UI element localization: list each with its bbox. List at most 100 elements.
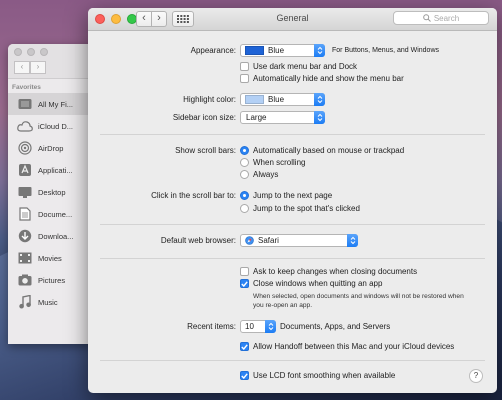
- highlight-color-label: Highlight color:: [183, 94, 236, 104]
- appearance-popup[interactable]: Blue: [240, 43, 325, 57]
- applications-icon: [17, 162, 33, 178]
- scroll-bars-option-label: When scrolling: [253, 158, 306, 167]
- lcd-smoothing-label: Use LCD font smoothing when available: [253, 371, 396, 380]
- sidebar-item-downloads[interactable]: Downloa...: [8, 225, 94, 247]
- sidebar-item-movies[interactable]: Movies: [8, 247, 94, 269]
- recent-items-label: Recent items:: [187, 321, 236, 331]
- sidebar-item-label: Movies: [38, 253, 62, 263]
- search-placeholder: Search: [433, 13, 460, 23]
- sidebar-item-documents[interactable]: Docume...: [8, 203, 94, 225]
- sidebar-item-label: AirDrop: [38, 143, 64, 153]
- ask-keep-changes-label: Ask to keep changes when closing documen…: [253, 267, 418, 276]
- close-icon[interactable]: [14, 48, 22, 56]
- sidebar-item-icloud-drive[interactable]: iCloud D...: [8, 115, 94, 137]
- finder-window-controls: [14, 48, 48, 56]
- ask-keep-changes-checkbox[interactable]: [240, 267, 249, 276]
- forward-icon[interactable]: ›: [30, 61, 46, 74]
- desktop-icon: [17, 184, 33, 200]
- help-button[interactable]: ?: [469, 369, 483, 383]
- movies-icon: [17, 250, 33, 266]
- finder-nav: ‹ ›: [14, 61, 46, 74]
- sidebar-item-music[interactable]: Music: [8, 291, 94, 313]
- sidebar-item-label: Pictures: [38, 275, 66, 285]
- all-my-files-icon: [17, 96, 33, 112]
- auto-hide-menu-checkbox[interactable]: [240, 74, 249, 83]
- scroll-click-option-label: Jump to the next page: [253, 191, 333, 200]
- safari-icon: [245, 235, 254, 245]
- section-divider: [100, 224, 485, 225]
- recent-items-suffix: Documents, Apps, and Servers: [280, 321, 391, 331]
- window-titlebar: ‹ › General Search: [88, 8, 497, 31]
- dark-menu-label: Use dark menu bar and Dock: [253, 62, 358, 71]
- appearance-suffix: For Buttons, Menus, and Windows: [332, 46, 439, 54]
- sidebar-item-label: Applicati...: [38, 165, 73, 175]
- finder-window: ‹ › Favorites All My Fi... iCloud D... A…: [8, 44, 94, 344]
- default-browser-value: Safari: [258, 235, 279, 245]
- highlight-color-popup[interactable]: Blue: [240, 92, 325, 106]
- sidebar-item-applications[interactable]: Applicati...: [8, 159, 94, 181]
- scroll-bars-always-radio[interactable]: [240, 170, 249, 179]
- chevron-updown-icon: [265, 319, 276, 333]
- sidebar-item-label: Desktop: [38, 187, 66, 197]
- sidebar-item-label: Music: [38, 297, 58, 307]
- scroll-bars-label: Show scroll bars:: [175, 146, 236, 155]
- jump-to-spot-radio[interactable]: [240, 204, 249, 213]
- highlight-color-value: Blue: [268, 94, 285, 104]
- sidebar-icon-size-value: Large: [246, 112, 267, 122]
- sidebar-item-pictures[interactable]: Pictures: [8, 269, 94, 291]
- sidebar-icon-size-label: Sidebar icon size:: [172, 112, 236, 122]
- pictures-icon: [17, 272, 33, 288]
- sidebar-item-desktop[interactable]: Desktop: [8, 181, 94, 203]
- chevron-updown-icon: [314, 43, 325, 57]
- sidebar-icon-size-popup[interactable]: Large: [240, 110, 325, 124]
- scroll-bars-option-label: Always: [253, 170, 279, 179]
- chevron-updown-icon: [314, 92, 325, 106]
- chevron-updown-icon: [347, 233, 358, 247]
- music-icon: [17, 294, 33, 310]
- scroll-click-label: Click in the scroll bar to:: [151, 191, 236, 200]
- default-browser-popup[interactable]: Safari: [240, 233, 358, 247]
- downloads-icon: [17, 228, 33, 244]
- close-windows-checkbox[interactable]: [240, 279, 249, 288]
- back-icon[interactable]: ‹: [14, 61, 30, 74]
- section-divider: [100, 134, 485, 135]
- recent-items-value: 10: [245, 321, 254, 331]
- zoom-icon[interactable]: [40, 48, 48, 56]
- lcd-smoothing-checkbox[interactable]: [240, 371, 249, 380]
- close-windows-note: When selected, open documents and window…: [253, 293, 464, 309]
- scroll-bars-option-label: Automatically based on mouse or trackpad: [253, 146, 405, 155]
- jump-next-page-radio[interactable]: [240, 191, 249, 200]
- recent-items-popup[interactable]: 10: [240, 319, 276, 333]
- scroll-bars-auto-radio[interactable]: [240, 146, 249, 155]
- appearance-swatch: [245, 45, 264, 55]
- icloud-icon: [17, 118, 33, 134]
- dark-menu-checkbox[interactable]: [240, 62, 249, 71]
- sidebar-item-label: All My Fi...: [38, 99, 73, 109]
- section-divider: [100, 360, 485, 361]
- close-windows-label: Close windows when quitting an app: [253, 279, 383, 288]
- sidebar-item-label: Docume...: [38, 209, 73, 219]
- sidebar-item-label: iCloud D...: [38, 121, 74, 131]
- section-divider: [100, 258, 485, 259]
- highlight-swatch: [245, 94, 264, 104]
- minimize-icon[interactable]: [27, 48, 35, 56]
- appearance-label: Appearance:: [190, 45, 236, 55]
- general-preferences-window: ‹ › General Search Appearance: Blue For …: [88, 8, 497, 393]
- default-browser-label: Default web browser:: [160, 235, 236, 245]
- favorites-heading: Favorites: [12, 84, 41, 91]
- auto-hide-menu-label: Automatically hide and show the menu bar: [253, 74, 404, 83]
- scroll-bars-when-scrolling-radio[interactable]: [240, 158, 249, 167]
- search-field[interactable]: Search: [393, 11, 489, 25]
- airdrop-icon: [17, 140, 33, 156]
- appearance-value: Blue: [268, 45, 285, 55]
- finder-titlebar: ‹ ›: [8, 44, 94, 79]
- sidebar-item-label: Downloa...: [38, 231, 74, 241]
- chevron-updown-icon: [314, 110, 325, 124]
- search-icon: [423, 14, 431, 22]
- handoff-checkbox[interactable]: [240, 342, 249, 351]
- scroll-click-option-label: Jump to the spot that's clicked: [253, 204, 360, 213]
- documents-icon: [17, 206, 33, 222]
- sidebar-item-all-my-files[interactable]: All My Fi...: [8, 93, 94, 115]
- sidebar-item-airdrop[interactable]: AirDrop: [8, 137, 94, 159]
- handoff-label: Allow Handoff between this Mac and your …: [253, 342, 455, 351]
